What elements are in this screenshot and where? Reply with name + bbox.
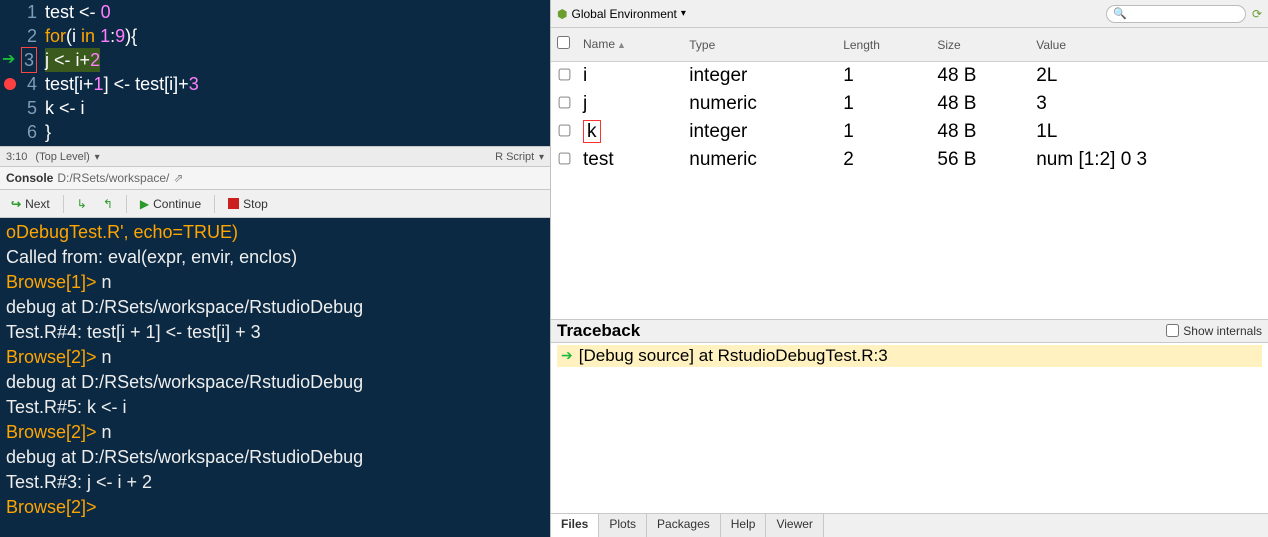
row-checkbox[interactable] <box>558 69 570 81</box>
tab-files[interactable]: Files <box>551 514 599 537</box>
console-line: Browse[1]> n <box>6 270 544 295</box>
breakpoint-icon[interactable] <box>4 78 16 90</box>
environment-grid: Name▲ Type Length Size Value iinteger148… <box>551 28 1268 174</box>
gutter[interactable]: 1 <box>0 0 45 24</box>
refresh-icon[interactable]: ⟳ <box>1252 7 1262 21</box>
current-frame-arrow-icon: ➔ <box>561 347 573 364</box>
code-line[interactable]: 5 k <- i <box>0 96 550 120</box>
gutter[interactable]: ➔3 <box>0 48 45 72</box>
col-value[interactable]: Value <box>1030 28 1268 62</box>
show-internals-checkbox[interactable] <box>1166 324 1179 337</box>
col-size[interactable]: Size <box>931 28 1030 62</box>
stop-button[interactable]: Stop <box>221 194 275 214</box>
env-row[interactable]: kinteger148 B1L <box>551 118 1268 146</box>
env-row[interactable]: testnumeric256 Bnum [1:2] 0 3 <box>551 146 1268 174</box>
row-checkbox[interactable] <box>558 97 570 109</box>
console-header: Console D:/RSets/workspace/ ⇗ <box>0 166 550 190</box>
var-value: 3 <box>1030 90 1268 118</box>
var-size: 48 B <box>931 62 1030 91</box>
tab-packages[interactable]: Packages <box>647 514 721 537</box>
code-line[interactable]: ➔3 j <- i+2 <box>0 48 550 72</box>
console-line: oDebugTest.R', echo=TRUE) <box>6 220 544 245</box>
var-type: integer <box>683 62 837 91</box>
var-name: k <box>577 118 683 146</box>
environment-icon: ⬢ <box>557 7 567 21</box>
env-row[interactable]: iinteger148 B2L <box>551 62 1268 91</box>
var-size: 48 B <box>931 118 1030 146</box>
env-row[interactable]: jnumeric148 B3 <box>551 90 1268 118</box>
current-line-arrow-icon: ➔ <box>2 48 15 72</box>
var-value: 1L <box>1030 118 1268 146</box>
var-name: j <box>577 90 683 118</box>
code-line[interactable]: 1test <- 0 <box>0 0 550 24</box>
var-length: 1 <box>837 118 931 146</box>
console-line: Test.R#4: test[i + 1] <- test[i] + 3 <box>6 320 544 345</box>
bottom-tabs: FilesPlotsPackagesHelpViewer <box>551 513 1268 537</box>
console-title: Console <box>6 171 53 185</box>
open-wd-icon[interactable]: ⇗ <box>173 171 183 185</box>
var-type: integer <box>683 118 837 146</box>
env-header-row: Name▲ Type Length Size Value <box>551 28 1268 62</box>
console-line: debug at D:/RSets/workspace/RstudioDebug <box>6 445 544 470</box>
var-name: i <box>577 62 683 91</box>
tab-help[interactable]: Help <box>721 514 767 537</box>
env-search[interactable]: 🔍 <box>1106 5 1246 23</box>
col-name[interactable]: Name▲ <box>577 28 683 62</box>
console-line: debug at D:/RSets/workspace/RstudioDebug <box>6 370 544 395</box>
traceback-header: Traceback Show internals <box>551 319 1268 343</box>
source-editor[interactable]: 1test <- 02for(i in 1:9){➔3 j <- i+24 te… <box>0 0 550 146</box>
tab-plots[interactable]: Plots <box>599 514 647 537</box>
search-icon: 🔍 <box>1113 7 1127 20</box>
console-line: Browse[2]> n <box>6 420 544 445</box>
editor-status-bar: 3:10 (Top Level) ▾ R Script ▾ <box>0 146 550 166</box>
console-path: D:/RSets/workspace/ <box>57 171 169 185</box>
var-length: 1 <box>837 90 931 118</box>
console-line: Test.R#5: k <- i <box>6 395 544 420</box>
gutter[interactable]: 2 <box>0 24 45 48</box>
console-output[interactable]: oDebugTest.R', echo=TRUE)Called from: ev… <box>0 218 550 537</box>
console-line: debug at D:/RSets/workspace/RstudioDebug <box>6 295 544 320</box>
var-type: numeric <box>683 90 837 118</box>
tab-viewer[interactable]: Viewer <box>766 514 823 537</box>
code-line[interactable]: 6 } <box>0 120 550 144</box>
var-size: 48 B <box>931 90 1030 118</box>
env-scope-selector[interactable]: ⬢ Global Environment ▾ <box>557 7 686 21</box>
gutter[interactable]: 6 <box>0 120 45 144</box>
debug-toolbar: ↪Next ↳ ↰ ▶Continue Stop <box>0 190 550 218</box>
var-type: numeric <box>683 146 837 174</box>
select-all-checkbox[interactable] <box>557 36 570 49</box>
environment-toolbar: ⬢ Global Environment ▾ 🔍 ⟳ <box>551 0 1268 28</box>
cursor-position: 3:10 <box>6 151 27 163</box>
var-value: 2L <box>1030 62 1268 91</box>
code-line[interactable]: 2for(i in 1:9){ <box>0 24 550 48</box>
row-checkbox[interactable] <box>558 153 570 165</box>
var-length: 1 <box>837 62 931 91</box>
col-length[interactable]: Length <box>837 28 931 62</box>
step-into-button[interactable]: ↳ <box>70 194 94 214</box>
code-line[interactable]: 4 test[i+1] <- test[i]+3 <box>0 72 550 96</box>
debug-next-button[interactable]: ↪Next <box>4 194 57 214</box>
scope-selector[interactable]: (Top Level) ▾ <box>35 151 495 163</box>
var-size: 56 B <box>931 146 1030 174</box>
step-out-button[interactable]: ↰ <box>96 194 120 214</box>
env-search-input[interactable] <box>1127 7 1239 21</box>
file-type-selector[interactable]: R Script ▾ <box>495 151 544 163</box>
console-line: Called from: eval(expr, envir, enclos) <box>6 245 544 270</box>
col-type[interactable]: Type <box>683 28 837 62</box>
continue-button[interactable]: ▶Continue <box>133 194 208 214</box>
gutter[interactable]: 5 <box>0 96 45 120</box>
show-internals-toggle[interactable]: Show internals <box>1166 324 1262 338</box>
var-name: test <box>577 146 683 174</box>
row-checkbox[interactable] <box>558 125 570 137</box>
console-line: Test.R#3: j <- i + 2 <box>6 470 544 495</box>
gutter[interactable]: 4 <box>0 72 45 96</box>
console-line: Browse[2]> <box>6 495 544 520</box>
traceback-body: ➔ [Debug source] at RstudioDebugTest.R:3 <box>551 343 1268 369</box>
var-value: num [1:2] 0 3 <box>1030 146 1268 174</box>
var-length: 2 <box>837 146 931 174</box>
console-line: Browse[2]> n <box>6 345 544 370</box>
traceback-title: Traceback <box>557 321 640 341</box>
traceback-frame[interactable]: ➔ [Debug source] at RstudioDebugTest.R:3 <box>557 345 1262 367</box>
